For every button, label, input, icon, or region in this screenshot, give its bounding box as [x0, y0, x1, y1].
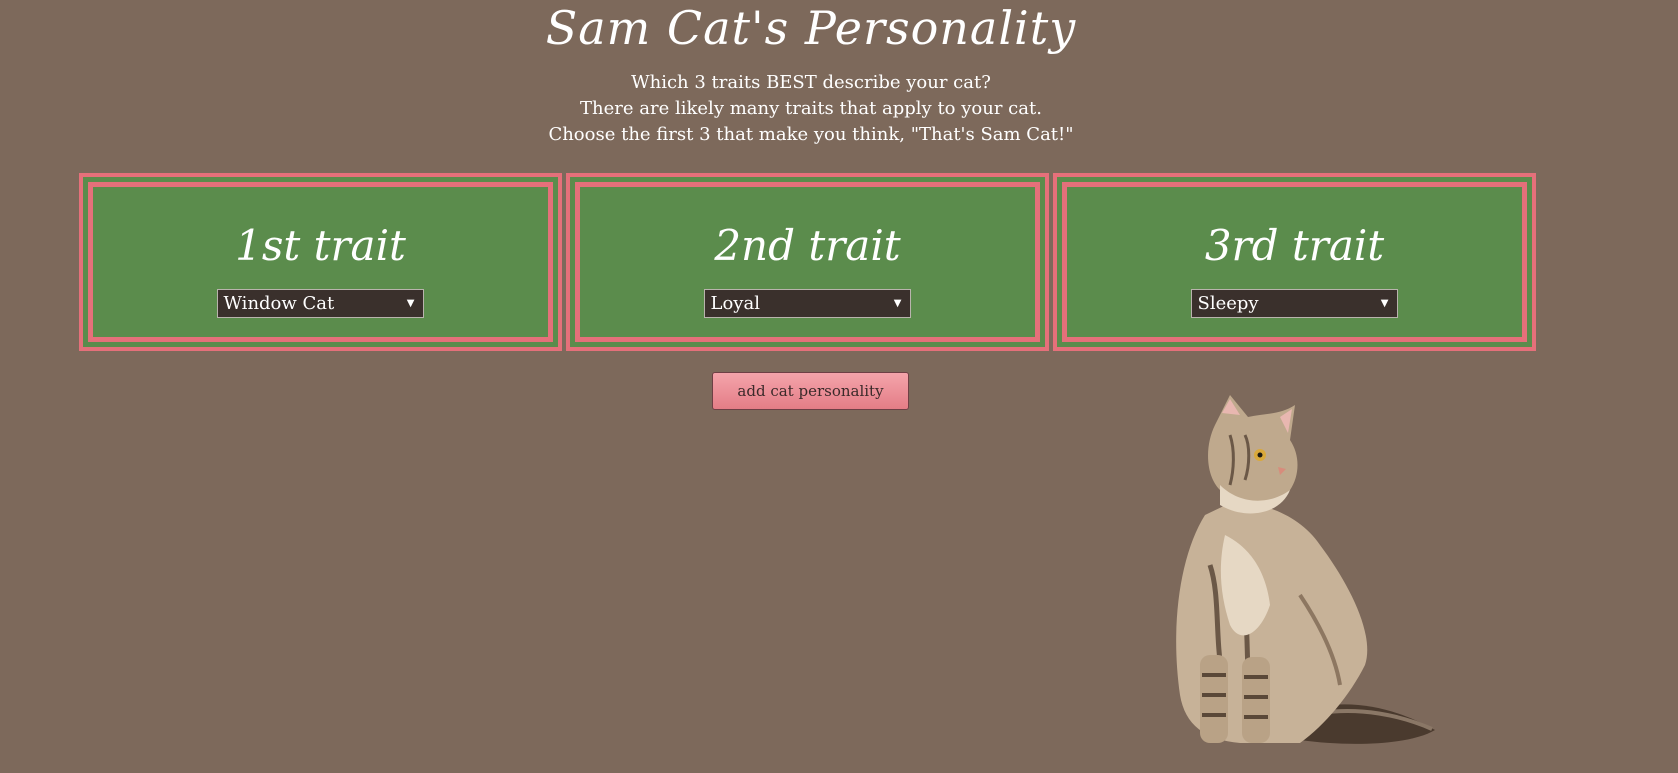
- trait-box-1: 1st trait Window Cat ▼: [79, 173, 562, 351]
- trait-heading-1: 1st trait: [235, 221, 406, 270]
- caret-down-icon: ▼: [893, 298, 902, 309]
- intro-line-1: Which 3 traits BEST describe your cat?: [631, 72, 991, 93]
- page-title: Sam Cat's Personality: [545, 1, 1077, 55]
- caret-down-icon: ▼: [406, 298, 415, 309]
- trait-select-2-value: Loyal: [710, 293, 760, 314]
- trait-heading-2: 2nd trait: [714, 221, 901, 270]
- trait-box-3: 3rd trait Sleepy ▼: [1053, 173, 1536, 351]
- add-cat-personality-button[interactable]: add cat personality: [712, 372, 909, 410]
- trait-box-2: 2nd trait Loyal ▼: [566, 173, 1049, 351]
- intro-line-3: Choose the first 3 that make you think, …: [548, 124, 1074, 145]
- trait-select-3[interactable]: Sleepy ▼: [1190, 289, 1398, 318]
- trait-select-3-value: Sleepy: [1197, 293, 1259, 314]
- intro-line-2: There are likely many traits that apply …: [580, 98, 1042, 119]
- caret-down-icon: ▼: [1380, 298, 1389, 309]
- trait-panel-1: 1st trait Window Cat ▼: [88, 182, 553, 342]
- traits-row: 1st trait Window Cat ▼ 2nd trait Loyal ▼…: [79, 173, 1542, 358]
- trait-panel-2: 2nd trait Loyal ▼: [575, 182, 1040, 342]
- cat-photo: [1176, 395, 1435, 744]
- trait-panel-3: 3rd trait Sleepy ▼: [1062, 182, 1527, 342]
- trait-select-2[interactable]: Loyal ▼: [703, 289, 911, 318]
- trait-select-1[interactable]: Window Cat ▼: [216, 289, 424, 318]
- intro-text: Which 3 traits BEST describe your cat? T…: [0, 70, 1622, 148]
- trait-heading-3: 3rd trait: [1204, 221, 1385, 270]
- trait-select-1-value: Window Cat: [223, 293, 335, 314]
